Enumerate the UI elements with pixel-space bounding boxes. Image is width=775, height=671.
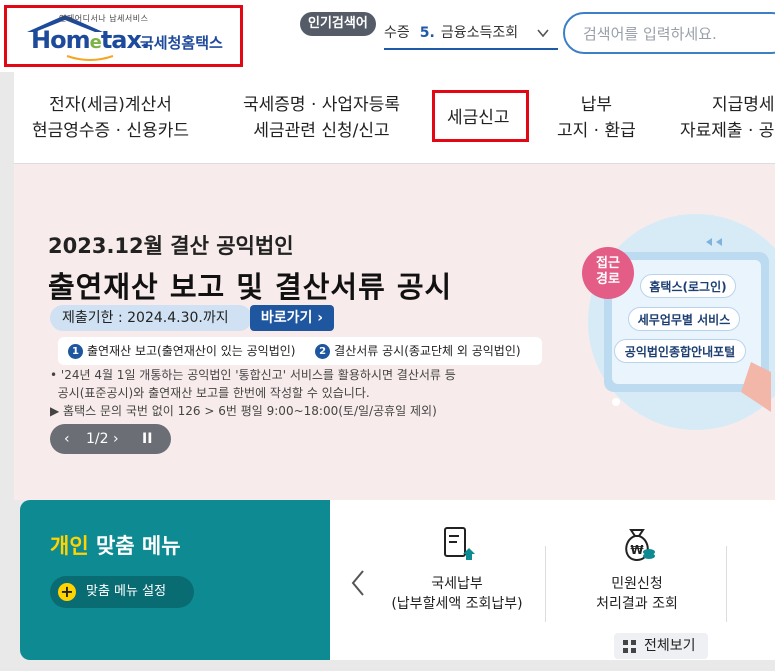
path-step-login: 홈택스(로그인) (640, 274, 736, 298)
popular-rank: 5. (419, 25, 435, 41)
banner-note: • '24년 4월 1일 개통하는 공익법인 '통합신고' 서비스를 활용하시면… (50, 366, 456, 402)
banner-subtitle: 2023.12월 결산 공익법인 (48, 234, 294, 258)
view-all-button[interactable]: 전체보기 (614, 633, 708, 659)
divider (545, 546, 546, 622)
nav-item-line2: 자료제출 · 공 (680, 121, 775, 141)
nav-item-line2: 현금영수증 · 신용카드 (32, 121, 189, 141)
quick-item-label: 민원신청 (611, 576, 663, 592)
chevron-down-icon[interactable] (536, 26, 550, 40)
pager-count[interactable]: 1/2 › (86, 424, 119, 454)
number-badge: 2 (315, 344, 331, 359)
banner-note-line: • '24년 4월 1일 개통하는 공익법인 '통합신고' 서비스를 활용하시면… (50, 368, 456, 382)
nav-item-line1: 납부 (580, 95, 613, 115)
nav-item-certificate[interactable]: 국세증명 · 사업자등록 세금관련 신청/신고 (243, 92, 400, 144)
access-path-badge: 접근 경로 (582, 247, 634, 299)
banner-items: 1 출연재산 보고(출연재산이 있는 공익법인) 2 결산서류 공시(종교단체 외 … (58, 337, 542, 365)
banner-item-1: 출연재산 보고(출연재산이 있는 공익법인) (87, 344, 296, 358)
logo-subtitle: 언제어디서나 납세서비스 (59, 14, 149, 23)
popular-search-badge: 인기검색어 (300, 12, 376, 36)
deadline-label: 제출기한 : 2024.4.30.까지 (50, 305, 252, 331)
banner-item-2: 결산서류 공시(종교단체 외 공익법인) (334, 344, 521, 358)
badge-line: 경로 (596, 272, 620, 287)
grid-icon (623, 640, 636, 653)
nav-item-line1: 전자(세금)계산서 (49, 95, 172, 115)
hometax-logo[interactable]: 언제어디서나 납세서비스 Hometax. 국세청홈택스 (4, 5, 243, 67)
popular-keyword: 금융소득조회 (440, 25, 519, 41)
banner-pager: ‹ 1/2 › II (50, 424, 171, 454)
contact-note: ▶ 홈택스 문의 국번 없이 126 > 6번 평일 9:00~18:00(토/… (50, 404, 437, 418)
logo-swoosh (66, 55, 114, 61)
quick-item-sublabel: 처리결과 조회 (596, 596, 678, 612)
nav-item-line2: 세금관련 신청/신고 (253, 121, 390, 141)
number-badge: 1 (68, 344, 83, 359)
document-upload-icon (444, 527, 475, 560)
search-box (563, 12, 775, 54)
nav-item-line1: 국세증명 · 사업자등록 (243, 95, 400, 115)
chevron-left-icon[interactable] (348, 568, 368, 598)
highlight-box (432, 90, 529, 142)
logo-wordmark: Hometax. (31, 26, 150, 54)
promo-banner: 2023.12월 결산 공익법인 출연재산 보고 및 결산서류 공시 제출기한 … (14, 164, 775, 500)
pager-prev-button[interactable]: ‹ (64, 424, 70, 454)
popular-search-ticker[interactable]: 수증 5. 금융소득조회 (384, 18, 558, 50)
quick-item-tax-payment[interactable]: 국세납부 (납부할세액 조회납부) (372, 524, 542, 614)
nav-item-e-invoice[interactable]: 전자(세금)계산서 현금영수증 · 신용카드 (32, 92, 189, 144)
settings-label: 맞춤 메뉴 설정 (86, 584, 167, 599)
popular-prev-keyword: 수증 (384, 25, 410, 41)
nav-item-line1: 지급명세 (712, 95, 775, 115)
search-input[interactable] (583, 22, 775, 46)
pager-pause-button[interactable]: II (142, 424, 152, 454)
personal-menu-title: 개인 맞춤 메뉴 (50, 534, 181, 558)
header: 언제어디서나 납세서비스 Hometax. 국세청홈택스 인기검색어 수증 5. 금… (0, 0, 775, 72)
personal-menu-panel: 개인 맞춤 메뉴 + 맞춤 메뉴 설정 (20, 500, 330, 660)
quick-menu: 국세납부 (납부할세액 조회납부) ₩ 민원신청 처리결과 조회 전체보기 (330, 500, 775, 660)
nav-item-line2: 고지 · 환급 (557, 121, 636, 141)
nav-item-payment[interactable]: 납부 고지 · 환급 (557, 92, 636, 144)
quick-item-civil-request[interactable]: ₩ 민원신청 처리결과 조회 (552, 524, 722, 614)
logo-korean-name: 국세청홈택스 (140, 34, 223, 52)
view-all-label: 전체보기 (644, 638, 696, 654)
path-step-service: 세무업무별 서비스 (628, 307, 740, 331)
plus-icon: + (58, 583, 76, 601)
custom-menu-settings-button[interactable]: + 맞춤 메뉴 설정 (50, 576, 194, 608)
svg-text:₩: ₩ (630, 543, 644, 557)
quick-item-label: 국세납부 (431, 576, 483, 592)
divider (726, 546, 727, 622)
main-nav: 전자(세금)계산서 현금영수증 · 신용카드 국세증명 · 사업자등록 세금관련… (14, 72, 775, 164)
goto-button[interactable]: 바로가기 › (250, 305, 334, 331)
path-step-portal: 공익법인종합안내포털 (614, 339, 746, 363)
banner-note-line: 공시(표준공시)와 출연재산 보고를 한번에 작성할 수 있습니다. (50, 386, 370, 400)
nav-item-statement[interactable]: 지급명세 자료제출 · 공 (680, 92, 775, 144)
banner-title: 출연재산 보고 및 결산서류 공시 (48, 270, 453, 304)
badge-line: 접근 (596, 256, 620, 271)
money-bag-icon: ₩ (625, 529, 655, 562)
quick-item-sublabel: (납부할세액 조회납부) (391, 596, 523, 612)
